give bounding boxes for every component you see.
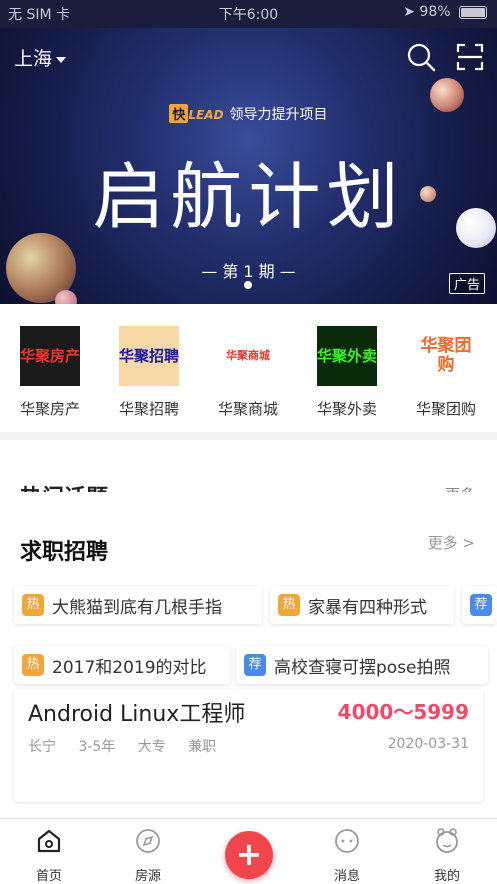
jobs-section: 求职招聘 更多 > 热大熊猫到底有几根手指 热家暴有四种形式 荐 热 2017和2… [0,492,497,818]
hot-tag: 热 [22,654,44,676]
category-label: 华聚招聘 [118,400,179,418]
brand-logo-lead: LEAD [188,108,224,122]
category-logo: 华聚招聘 [119,326,179,386]
bottom-tab-bar: 首页 房源 + 消息 我的 [0,818,497,884]
category-item-mall[interactable]: 华聚商城 华聚商城 [208,326,288,419]
job-salary: 4000～5999 [337,700,469,724]
category-item-takeout[interactable]: 华聚外卖 华聚外卖 [307,326,387,419]
banner-subtitle: 领导力提升项目 [229,107,328,123]
status-bar: 无 SIM 卡 下午6:00 ➤ 98% [0,0,497,28]
category-logo: 华聚商城 [218,326,278,386]
topic-chip-text: 大熊猫到底有几根手指 [52,597,222,618]
publish-button[interactable]: + [225,831,273,879]
hot-tag: 热 [22,594,44,616]
location-icon: ➤ [403,4,415,20]
topic-chip-text: 2017和2019的对比 [52,657,207,678]
recommend-tag: 荐 [244,654,266,676]
search-icon[interactable] [406,42,436,72]
jobs-more-link[interactable]: 更多 > [428,532,475,553]
brand-logo-badge: 快 [169,104,189,123]
battery-icon [459,5,487,19]
job-district: 长宁 [28,739,56,755]
topic-chip[interactable]: 热大熊猫到底有几根手指 [14,586,262,624]
category-label: 华聚外卖 [316,400,377,418]
city-label: 上海 [14,48,53,70]
tab-label: 首页 [35,869,62,884]
banner-title: 启航计划 [92,155,405,239]
tab-label: 我的 [433,869,460,884]
topic-chip-text: 家暴有四种形式 [308,597,427,618]
job-card[interactable]: Android Linux工程师 4000～5999 长宁 3-5年 大专 兼职… [14,690,483,802]
battery-percent: 98% [419,4,451,20]
battery-indicator: ➤ 98% [403,4,487,20]
scan-icon[interactable] [455,42,485,72]
hero-banner[interactable]: 上海 快 LEAD 领导力提升项目 启航计划 — 第 1 期 — 广告 [0,28,497,304]
category-grid: 华聚房产 华聚房产 华聚招聘 华聚招聘 华聚商城 华聚商城 华聚外卖 华聚外卖 … [0,304,497,432]
plus-icon: + [235,835,263,873]
tab-profile[interactable]: 我的 [417,827,477,884]
tab-messages[interactable]: 消息 [317,827,377,884]
planet-decoration [55,290,77,304]
jobs-section-title: 求职招聘 [20,540,109,565]
hot-tag: 热 [278,594,300,616]
category-logo: 华聚团购 [416,326,476,386]
category-item-jobs[interactable]: 华聚招聘 华聚招聘 [109,326,189,419]
job-type: 兼职 [188,739,217,755]
hot-topics-title: 热门话题 [20,480,108,492]
category-logo: 华聚房产 [20,326,80,386]
category-logo: 华聚外卖 [317,326,377,386]
category-label: 华聚房产 [19,400,80,418]
job-meta: 长宁 3-5年 大专 兼职 [28,736,234,756]
category-item-groupbuy[interactable]: 华聚团购 华聚团购 [406,326,486,419]
home-icon [37,829,61,853]
hot-topics-header: 热门话题 更多 [0,432,497,492]
tab-label: 房源 [134,869,161,884]
topic-chip[interactable]: 荐 [462,586,497,624]
topic-chip[interactable]: 荐高校查寝可摆pose拍照 [236,646,488,684]
tab-label: 消息 [333,869,360,884]
profile-icon [436,828,458,853]
tab-listings[interactable]: 房源 [118,827,178,884]
category-label: 华聚商城 [217,400,278,418]
job-experience: 3-5年 [78,739,116,755]
topic-chip-text: 高校查寝可摆pose拍照 [274,657,451,678]
message-icon [335,829,359,853]
job-date: 2020-03-31 [387,736,469,752]
topic-chip[interactable]: 热家暴有四种形式 [270,586,454,624]
category-item-house[interactable]: 华聚房产 华聚房产 [10,326,90,419]
ad-badge: 广告 [448,273,485,294]
hot-topics-more-link[interactable]: 更多 [445,484,475,492]
city-selector[interactable]: 上海 [14,44,67,71]
job-education: 大专 [137,739,166,755]
compass-icon [136,829,160,853]
category-label: 华聚团购 [415,400,476,418]
tab-home[interactable]: 首页 [19,827,79,884]
chevron-down-icon [56,56,67,63]
banner-logo-row: 快 LEAD 领导力提升项目 [0,104,497,124]
topic-chip[interactable]: 热 2017和2019的对比 [14,646,230,684]
carousel-indicator [244,281,252,289]
job-title: Android Linux工程师 [28,702,246,727]
banner-period: — 第 1 期 — [201,262,296,281]
recommend-tag: 荐 [470,594,492,616]
